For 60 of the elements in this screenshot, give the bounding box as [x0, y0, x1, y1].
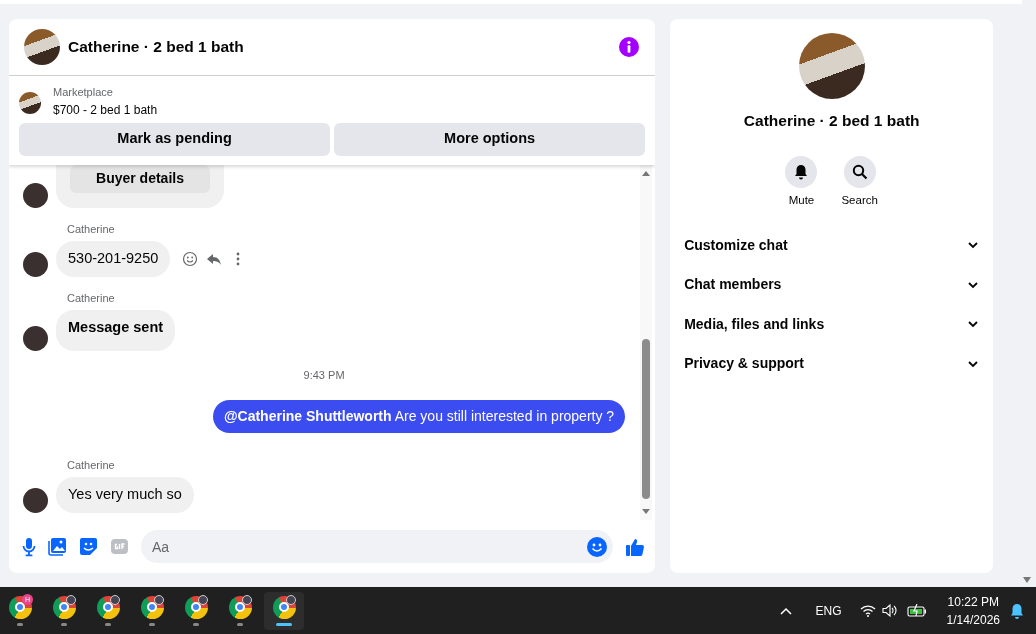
- photo-placeholder: [19, 91, 41, 114]
- clock-date[interactable]: 1/14/2026: [946, 610, 1000, 629]
- avatar: [23, 487, 48, 513]
- message-bubble: Message sent: [56, 310, 176, 351]
- thumbs-up-icon[interactable]: [625, 536, 646, 557]
- sticker-icon[interactable]: [79, 537, 98, 556]
- battery-icon[interactable]: [906, 604, 927, 617]
- avatar: [23, 326, 48, 351]
- chevron-icon: [967, 241, 980, 250]
- chevron-icon: [967, 280, 980, 289]
- section-header[interactable]: Chat members: [670, 265, 994, 305]
- profile-icon: [286, 594, 296, 605]
- bell-icon: [793, 164, 810, 181]
- notification-bell-icon[interactable]: [1010, 602, 1024, 619]
- buyer-details-button[interactable]: Buyer details: [70, 164, 210, 193]
- image-icon[interactable]: [48, 537, 67, 556]
- profile-icon: [110, 594, 120, 605]
- microphone-icon[interactable]: [22, 536, 36, 557]
- profile-icon: [242, 594, 252, 605]
- chat-title: Catherine · 2 bed 1 bath: [68, 37, 245, 58]
- listing-action-button[interactable]: Mark as pending: [19, 122, 331, 156]
- message-input[interactable]: Aa: [141, 530, 614, 563]
- listing-action-button[interactable]: More options: [334, 122, 646, 156]
- avatar: [23, 251, 48, 277]
- chevron-up-icon[interactable]: [779, 606, 792, 615]
- language-indicator[interactable]: ENG: [815, 601, 842, 620]
- sender-name: Catherine: [67, 221, 116, 237]
- mute-button[interactable]: [785, 156, 818, 189]
- chevron-icon: [967, 320, 980, 329]
- action-label: Mute: [788, 193, 815, 209]
- section-header[interactable]: Customize chat: [670, 225, 994, 265]
- avatar: [23, 182, 48, 208]
- section-header[interactable]: Privacy & support: [670, 344, 994, 384]
- scroll-down-arrow-icon[interactable]: [1022, 576, 1033, 584]
- taskbar-app[interactable]: [264, 591, 304, 630]
- sender-name: Catherine: [67, 457, 116, 473]
- scrollbar[interactable]: [640, 164, 653, 520]
- listing-title: $700 - 2 bed 1 bath: [53, 101, 158, 119]
- speaker-icon[interactable]: [881, 604, 897, 617]
- search-icon: [851, 164, 868, 181]
- message-bubble: 530-201-9250: [56, 241, 171, 277]
- clock-time[interactable]: 10:22 PM: [946, 592, 1000, 611]
- message-bubble: @Catherine Shuttleworth Are you still interested in property ?: [212, 399, 626, 433]
- section-header[interactable]: Media, files and links: [670, 304, 994, 344]
- react-icon[interactable]: [182, 250, 199, 267]
- profile-icon: [154, 594, 164, 605]
- profile-icon: [198, 594, 208, 605]
- listing-label: Marketplace: [53, 85, 114, 100]
- action-label: Search: [841, 193, 878, 209]
- search-button[interactable]: [843, 156, 876, 189]
- info-icon[interactable]: [619, 37, 640, 57]
- emoji-icon[interactable]: [587, 536, 608, 557]
- photo-placeholder: [24, 29, 60, 65]
- chat-title: Catherine · 2 bed 1 bath: [743, 111, 920, 131]
- profile-icon: [66, 594, 76, 605]
- wifi-icon[interactable]: [859, 604, 876, 617]
- chevron-icon: [967, 359, 980, 368]
- message-bubble: Yes very much so: [56, 477, 194, 513]
- timestamp: 9:43 PM: [302, 368, 346, 383]
- sender-name: Catherine: [67, 290, 116, 306]
